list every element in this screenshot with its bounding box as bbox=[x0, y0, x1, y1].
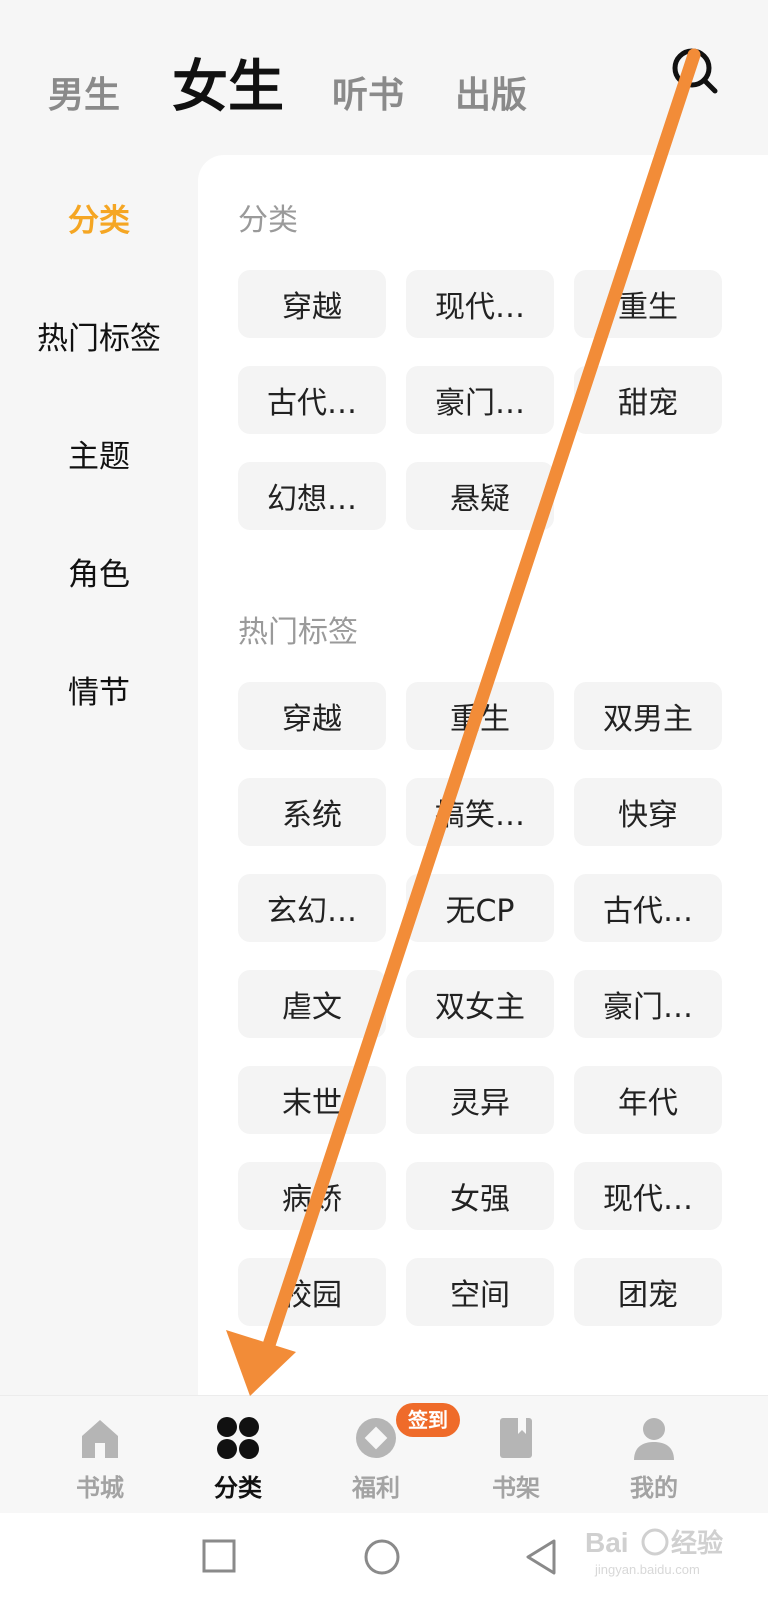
tag-chip[interactable]: 病娇 bbox=[238, 1162, 386, 1230]
tag-chip[interactable]: 快穿 bbox=[574, 778, 722, 846]
tag-chip[interactable]: 豪门… bbox=[574, 970, 722, 1038]
tag-chip[interactable]: 玄幻… bbox=[238, 874, 386, 942]
category-panel: 分类 穿越 现代… 重生 古代… 豪门… 甜宠 幻想… 悬疑 热门标签 穿越 重生 双男主 系统 搞笑… bbox=[198, 155, 768, 1395]
sidebar-item-hot-tags[interactable]: 热门标签 bbox=[0, 313, 198, 358]
home-icon bbox=[82, 1420, 118, 1458]
sidebar-item-theme[interactable]: 主题 bbox=[0, 431, 198, 476]
tag-chip[interactable]: 女强 bbox=[406, 1162, 554, 1230]
tag-chip[interactable]: 豪门… bbox=[406, 366, 554, 434]
nav-label: 我的 bbox=[630, 1474, 678, 1502]
tab-publishing[interactable]: 出版 bbox=[455, 66, 527, 118]
profile-icon bbox=[634, 1418, 674, 1460]
checkin-badge[interactable]: 签到 bbox=[396, 1403, 460, 1437]
gender-tabs: 男生 女生 听书 出版 bbox=[0, 0, 768, 140]
nav-label: 分类 bbox=[214, 1474, 262, 1502]
nav-category[interactable]: 分类 bbox=[168, 1396, 308, 1514]
sidebar-item-plot[interactable]: 情节 bbox=[0, 667, 198, 712]
app-screen: 男生 女生 听书 出版 分类 热门标签 主题 角色 情节 分类 穿越 现代… 重生古… bbox=[0, 0, 768, 1600]
tag-chip[interactable]: 穿越 bbox=[238, 270, 386, 338]
tab-female[interactable]: 女生 bbox=[172, 42, 284, 123]
sidebar-item-category[interactable]: 分类 bbox=[0, 195, 198, 240]
tag-chip[interactable]: 重生 bbox=[406, 682, 554, 750]
nav-profile[interactable]: 我的 bbox=[584, 1396, 724, 1514]
tab-audiobook[interactable]: 听书 bbox=[332, 66, 404, 118]
tag-chip[interactable]: 灵异 bbox=[406, 1066, 554, 1134]
tag-chip[interactable]: 现代… bbox=[406, 270, 554, 338]
tag-chip[interactable]: 无CP bbox=[406, 874, 554, 942]
sidebar-item-role[interactable]: 角色 bbox=[0, 549, 198, 594]
tag-chip[interactable]: 重生 bbox=[574, 270, 722, 338]
tag-chip[interactable]: 年代 bbox=[574, 1066, 722, 1134]
square-icon[interactable] bbox=[198, 1535, 242, 1579]
tag-chip[interactable]: 幻想… bbox=[238, 462, 386, 530]
search-icon[interactable] bbox=[670, 46, 720, 96]
tag-chip[interactable]: 校园 bbox=[238, 1258, 386, 1326]
tag-chip[interactable]: 古代… bbox=[574, 874, 722, 942]
tab-male[interactable]: 男生 bbox=[48, 66, 120, 118]
grid-icon bbox=[217, 1417, 259, 1459]
nav-bookshelf[interactable]: 书架 bbox=[446, 1396, 586, 1514]
nav-label: 书架 bbox=[492, 1474, 540, 1502]
nav-label: 书城 bbox=[76, 1474, 124, 1502]
section-title-hot-tags: 热门标签 bbox=[238, 615, 358, 650]
nav-label: 福利 bbox=[352, 1474, 400, 1502]
tag-chip[interactable]: 团宠 bbox=[574, 1258, 722, 1326]
baidu-jingyan-watermark: Bai 经验 jingyan.baidu.com bbox=[585, 1520, 735, 1580]
tag-chip[interactable]: 末世 bbox=[238, 1066, 386, 1134]
coin-icon bbox=[356, 1418, 396, 1458]
tag-chip[interactable]: 现代… bbox=[574, 1162, 722, 1230]
tag-chip[interactable]: 空间 bbox=[406, 1258, 554, 1326]
bookshelf-icon bbox=[500, 1418, 532, 1458]
tag-chip[interactable]: 甜宠 bbox=[574, 366, 722, 434]
section-title-category: 分类 bbox=[238, 203, 298, 238]
svg-text:经验: 经验 bbox=[671, 1528, 723, 1559]
nav-bookstore[interactable]: 书城 bbox=[30, 1396, 170, 1514]
tag-chip[interactable]: 虐文 bbox=[238, 970, 386, 1038]
circle-icon[interactable] bbox=[360, 1535, 404, 1579]
tag-chip[interactable]: 穿越 bbox=[238, 682, 386, 750]
tag-chip[interactable]: 悬疑 bbox=[406, 462, 554, 530]
tag-chip[interactable]: 搞笑… bbox=[406, 778, 554, 846]
svg-text:Bai: Bai bbox=[585, 1527, 629, 1558]
watermark-logo-icon: Bai 经验 jingyan.baidu.com bbox=[585, 1527, 723, 1577]
tag-chip[interactable]: 双女主 bbox=[406, 970, 554, 1038]
tag-chip[interactable]: 古代… bbox=[238, 366, 386, 434]
bottom-nav: 书城 分类 福利 书架 我的 bbox=[0, 1395, 768, 1513]
svg-text:jingyan.baidu.com: jingyan.baidu.com bbox=[594, 1562, 700, 1577]
tag-chip[interactable]: 双男主 bbox=[574, 682, 722, 750]
tag-chip[interactable]: 系统 bbox=[238, 778, 386, 846]
back-triangle-icon[interactable] bbox=[520, 1535, 564, 1579]
